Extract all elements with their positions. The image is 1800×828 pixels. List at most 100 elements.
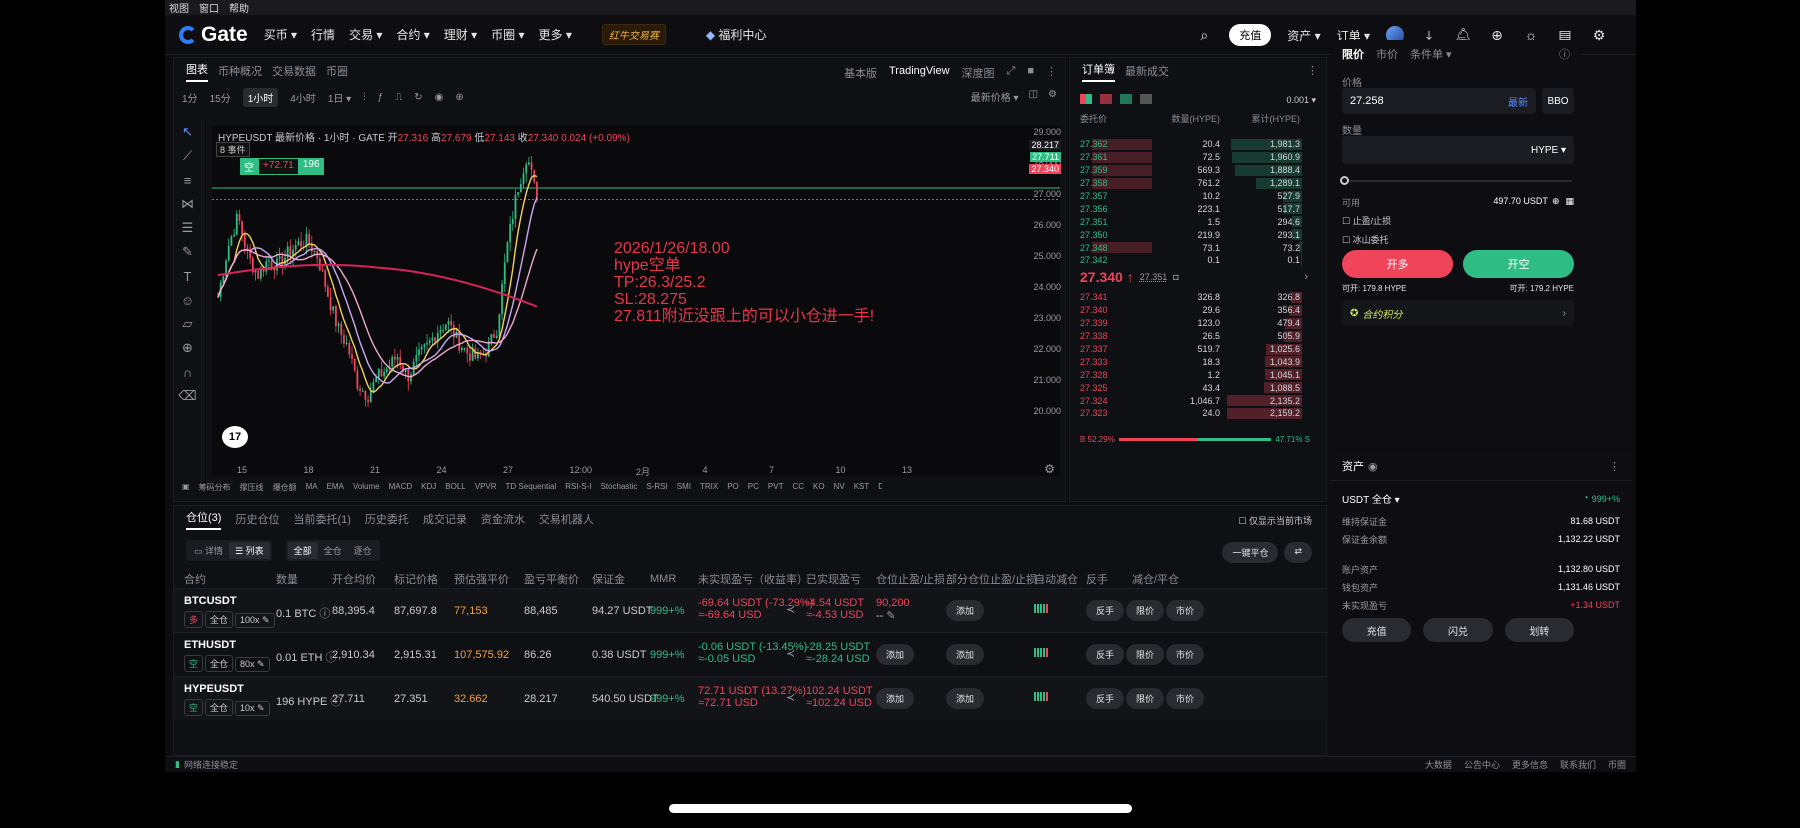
magnet-icon[interactable]: ∩ <box>174 364 201 380</box>
view-list[interactable]: ☰ 列表 <box>229 542 270 559</box>
trendline-icon[interactable]: ⟋ <box>174 148 201 164</box>
ask-row[interactable]: 27.351 1.5 294.6 <box>1070 215 1310 228</box>
position-row[interactable]: ETHUSDT 空全仓 80x ✎ 0.01 ETH ⓘ 2,910.34 2,915.3… <box>174 632 1328 676</box>
replay-icon[interactable]: ↻ <box>414 92 422 103</box>
settings-toggle-icon[interactable]: ⇄ <box>1284 542 1312 563</box>
ask-row[interactable]: 27.362 20.4 1,981.3 <box>1070 138 1310 151</box>
latest-price-select[interactable]: 最新价格 ▾ <box>971 89 1019 104</box>
market-close-button[interactable]: 市价 <box>1166 600 1205 621</box>
position-tags[interactable]: 空全仓 80x ✎ <box>184 655 272 672</box>
partial-tpsl-button[interactable]: 添加 <box>946 600 985 621</box>
close-all-button[interactable]: 一键平仓 <box>1222 542 1279 563</box>
tab-orderbook[interactable]: 订单簿 <box>1082 61 1115 82</box>
limit-close-button[interactable]: 限价 <box>1126 688 1165 709</box>
quantity-slider[interactable] <box>1340 176 1572 185</box>
indicator-item[interactable]: 撑压线 <box>240 482 264 493</box>
eraser-icon[interactable]: ⌫ <box>174 388 201 404</box>
indicator-item[interactable]: EMA <box>327 482 344 493</box>
tab-recent-trades[interactable]: 最新成交 <box>1125 63 1169 79</box>
precision-select[interactable]: 0.001 ▾ <box>1286 95 1316 106</box>
zoom-icon[interactable]: ⊕ <box>174 340 201 356</box>
ask-row[interactable]: 27.350 219.9 293.1 <box>1070 228 1310 241</box>
fullscreen-icon[interactable]: ⤢ <box>1007 65 1016 81</box>
indicator-item[interactable]: VPVR <box>475 482 497 493</box>
tab-trade-history[interactable]: 成交记录 <box>423 511 467 527</box>
ask-row[interactable]: 27.348 73.1 73.2 <box>1070 241 1310 254</box>
indicator-item[interactable]: TD Sequential <box>506 482 557 493</box>
promo-banner[interactable]: 红牛交易赛 <box>601 24 666 45</box>
welfare-center-link[interactable]: ◆ 福利中心 <box>706 26 767 43</box>
tab-position-history[interactable]: 历史仓位 <box>235 511 279 527</box>
interval-1m[interactable]: 1分 <box>182 90 198 105</box>
nav-markets[interactable]: 行情 <box>311 26 335 43</box>
indicator-item[interactable]: NV <box>834 482 845 493</box>
footer-announcements[interactable]: 公告中心 <box>1464 758 1500 771</box>
nav-earn[interactable]: 理财 ▾ <box>444 26 477 43</box>
indicator-item[interactable]: CC <box>792 482 804 493</box>
last-price-row[interactable]: 27.340 ↑ 27.351 ◘ › <box>1080 269 1308 285</box>
indicators-icon[interactable]: ƒ <box>378 92 384 103</box>
camera-icon[interactable]: ◉ <box>435 92 444 103</box>
fib-icon[interactable]: ☰ <box>174 220 201 236</box>
view-both-icon[interactable] <box>1080 94 1092 104</box>
axis-settings-icon[interactable]: ⚙ <box>1044 462 1055 476</box>
indicator-item[interactable]: 筹码分布 <box>199 482 231 493</box>
indicator-item[interactable]: TRIX <box>700 482 718 493</box>
indicator-item[interactable]: PC <box>748 482 759 493</box>
indicator-item[interactable]: KDJ <box>421 482 436 493</box>
layout-icon[interactable]: ■ <box>1027 65 1034 81</box>
slider-handle[interactable] <box>1340 176 1349 185</box>
ask-row[interactable]: 27.342 0.1 0.1 <box>1070 254 1310 267</box>
indicator-item[interactable]: KO <box>813 482 825 493</box>
nav-buy-crypto[interactable]: 买币 ▾ <box>264 26 297 43</box>
hline-icon[interactable]: ≡ <box>174 172 201 188</box>
bid-row[interactable]: 27.323 24.0 2,159.2 <box>1070 407 1310 420</box>
ask-row[interactable]: 27.357 10.2 527.9 <box>1070 190 1310 203</box>
bid-row[interactable]: 27.339 123.0 479.4 <box>1070 317 1310 330</box>
account-select[interactable]: USDT 全仓 ▾ <box>1342 491 1400 506</box>
tab-coin-info[interactable]: 币种概况 <box>218 63 262 79</box>
assets-more-icon[interactable]: ⋮ <box>1609 460 1620 473</box>
bbo-button[interactable]: BBO <box>1542 88 1574 114</box>
indicator-item[interactable]: PO <box>727 482 739 493</box>
indicator-item[interactable]: S-RSI <box>646 482 667 493</box>
share-icon[interactable]: ≺ <box>786 647 795 660</box>
nav-square[interactable]: 币圈 ▾ <box>491 26 524 43</box>
bid-row[interactable]: 27.340 29.6 356.4 <box>1070 304 1310 317</box>
tab-open-orders[interactable]: 当前委托(1) <box>293 511 350 527</box>
calculator-icon[interactable]: ▦ <box>1565 196 1574 209</box>
brush-icon[interactable]: ✎ <box>174 244 201 260</box>
tab-fund-flow[interactable]: 资金流水 <box>481 511 525 527</box>
brand-logo[interactable]: Gate <box>179 23 248 47</box>
menu-view[interactable]: 视图 <box>169 0 189 15</box>
swap-button[interactable]: 闪兑 <box>1423 618 1493 642</box>
info-icon[interactable]: ⓘ <box>1559 46 1570 62</box>
tab-order-history[interactable]: 历史委托 <box>365 511 409 527</box>
emoji-icon[interactable]: ☺ <box>174 292 201 308</box>
tpsl-add-button[interactable]: 添加 <box>876 644 915 665</box>
bid-row[interactable]: 27.325 43.4 1,088.5 <box>1070 381 1310 394</box>
indicator-item[interactable]: Stochastic <box>600 482 637 493</box>
limit-close-button[interactable]: 限价 <box>1126 644 1165 665</box>
menu-window[interactable]: 窗口 <box>199 0 219 15</box>
bid-row[interactable]: 27.328 1.2 1,045.1 <box>1070 368 1310 381</box>
deposit-button[interactable]: 充值 <box>1229 24 1272 46</box>
indicator-item[interactable]: DM <box>878 482 882 493</box>
chart-settings-icon[interactable]: ⚙ <box>1048 89 1057 104</box>
view-depth[interactable]: 深度图 <box>962 65 995 81</box>
tab-limit[interactable]: 限价 <box>1342 46 1364 62</box>
indicator-item[interactable]: Volume <box>353 482 380 493</box>
filter-cross[interactable]: 全仓 <box>318 542 348 559</box>
assets-menu[interactable]: 资产 ▾ <box>1287 27 1320 44</box>
ask-row[interactable]: 27.356 223.1 517.7 <box>1070 202 1310 215</box>
tpsl-add-button[interactable]: 添加 <box>876 688 915 709</box>
bid-row[interactable]: 27.324 1,046.7 2,135.2 <box>1070 394 1310 407</box>
more-icon[interactable]: ⋮ <box>1046 65 1057 81</box>
view-bids-icon[interactable] <box>1100 94 1112 104</box>
iceberg-option[interactable]: ☐ 冰山委托 <box>1342 233 1389 246</box>
contract-points-banner[interactable]: ✪ 合约积分 › <box>1342 300 1574 326</box>
open-long-button[interactable]: 开多 <box>1342 250 1453 278</box>
reverse-button[interactable]: 反手 <box>1086 688 1125 709</box>
footer-bigdata[interactable]: 大数据 <box>1425 758 1452 771</box>
share-icon[interactable]: ≺ <box>786 691 795 704</box>
